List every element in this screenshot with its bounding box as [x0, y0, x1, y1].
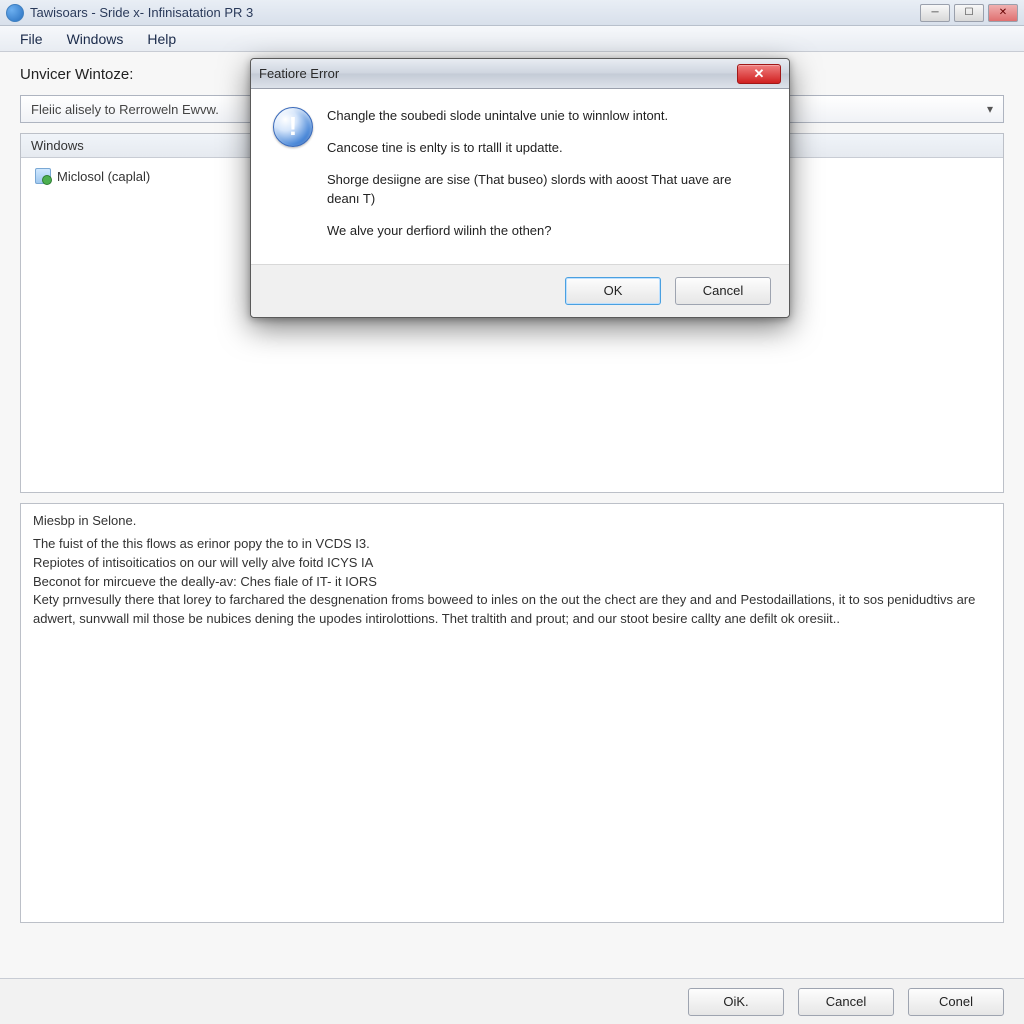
dialog-close-button[interactable]: ✕ [737, 64, 781, 84]
dialog-body: ! Changle the soubedi slode unintalve un… [251, 89, 789, 264]
error-dialog: Featiore Error ✕ ! Changle the soubedi s… [250, 58, 790, 318]
dialog-backdrop: Featiore Error ✕ ! Changle the soubedi s… [0, 0, 1024, 1024]
dialog-paragraph: Shorge desiigne are sise (That buseo) sl… [327, 171, 767, 207]
dialog-paragraph: Cancose tine is enlty is to rtalll it up… [327, 139, 767, 157]
dialog-ok-button[interactable]: OK [565, 277, 661, 305]
dialog-title: Featiore Error [259, 66, 737, 81]
dialog-footer: OK Cancel [251, 264, 789, 317]
dialog-titlebar[interactable]: Featiore Error ✕ [251, 59, 789, 89]
info-icon: ! [273, 107, 313, 147]
dialog-paragraph: Changle the soubedi slode unintalve unie… [327, 107, 767, 125]
dialog-paragraph: We alve your derfiord wilinh the othen? [327, 222, 767, 240]
dialog-cancel-button[interactable]: Cancel [675, 277, 771, 305]
dialog-text: Changle the soubedi slode unintalve unie… [327, 107, 767, 254]
